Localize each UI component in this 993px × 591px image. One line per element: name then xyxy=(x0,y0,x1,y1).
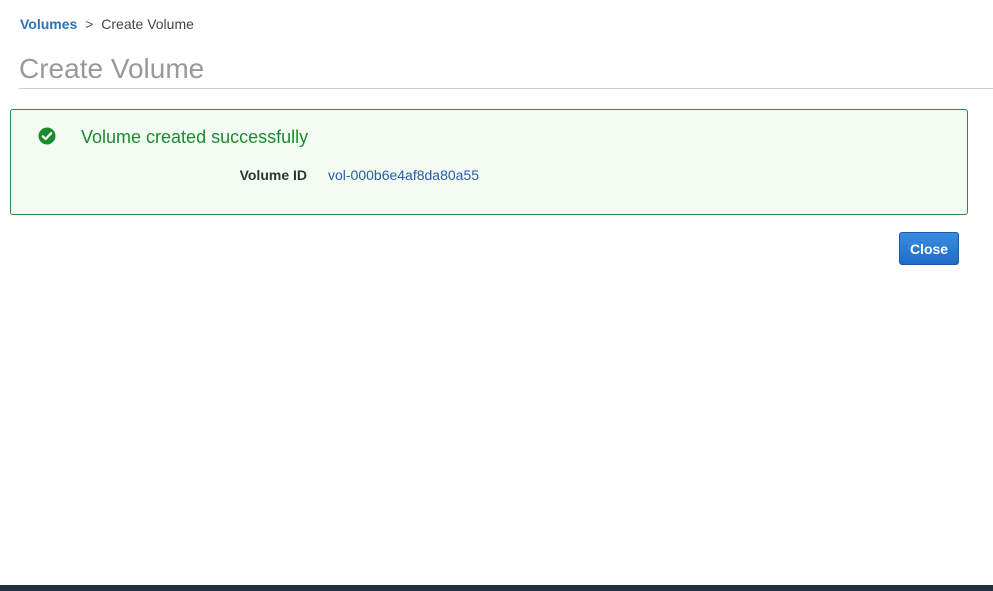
footer-bar xyxy=(0,585,993,591)
volume-id-link[interactable]: vol-000b6e4af8da80a55 xyxy=(328,167,479,183)
success-message: Volume created successfully xyxy=(81,127,309,147)
breadcrumb-separator: > xyxy=(85,16,94,32)
check-circle-icon xyxy=(38,127,56,145)
create-volume-page: Volumes > Create Volume Create Volume Vo… xyxy=(0,0,993,591)
breadcrumb: Volumes > Create Volume xyxy=(20,16,194,32)
breadcrumb-current: Create Volume xyxy=(101,16,194,32)
page-title: Create Volume xyxy=(19,53,205,84)
title-divider xyxy=(19,88,993,89)
success-alert: Volume created successfully Volume ID vo… xyxy=(10,109,968,215)
volume-id-label: Volume ID xyxy=(239,167,307,183)
breadcrumb-volumes-link[interactable]: Volumes xyxy=(20,16,77,32)
close-button[interactable]: Close xyxy=(899,232,959,265)
